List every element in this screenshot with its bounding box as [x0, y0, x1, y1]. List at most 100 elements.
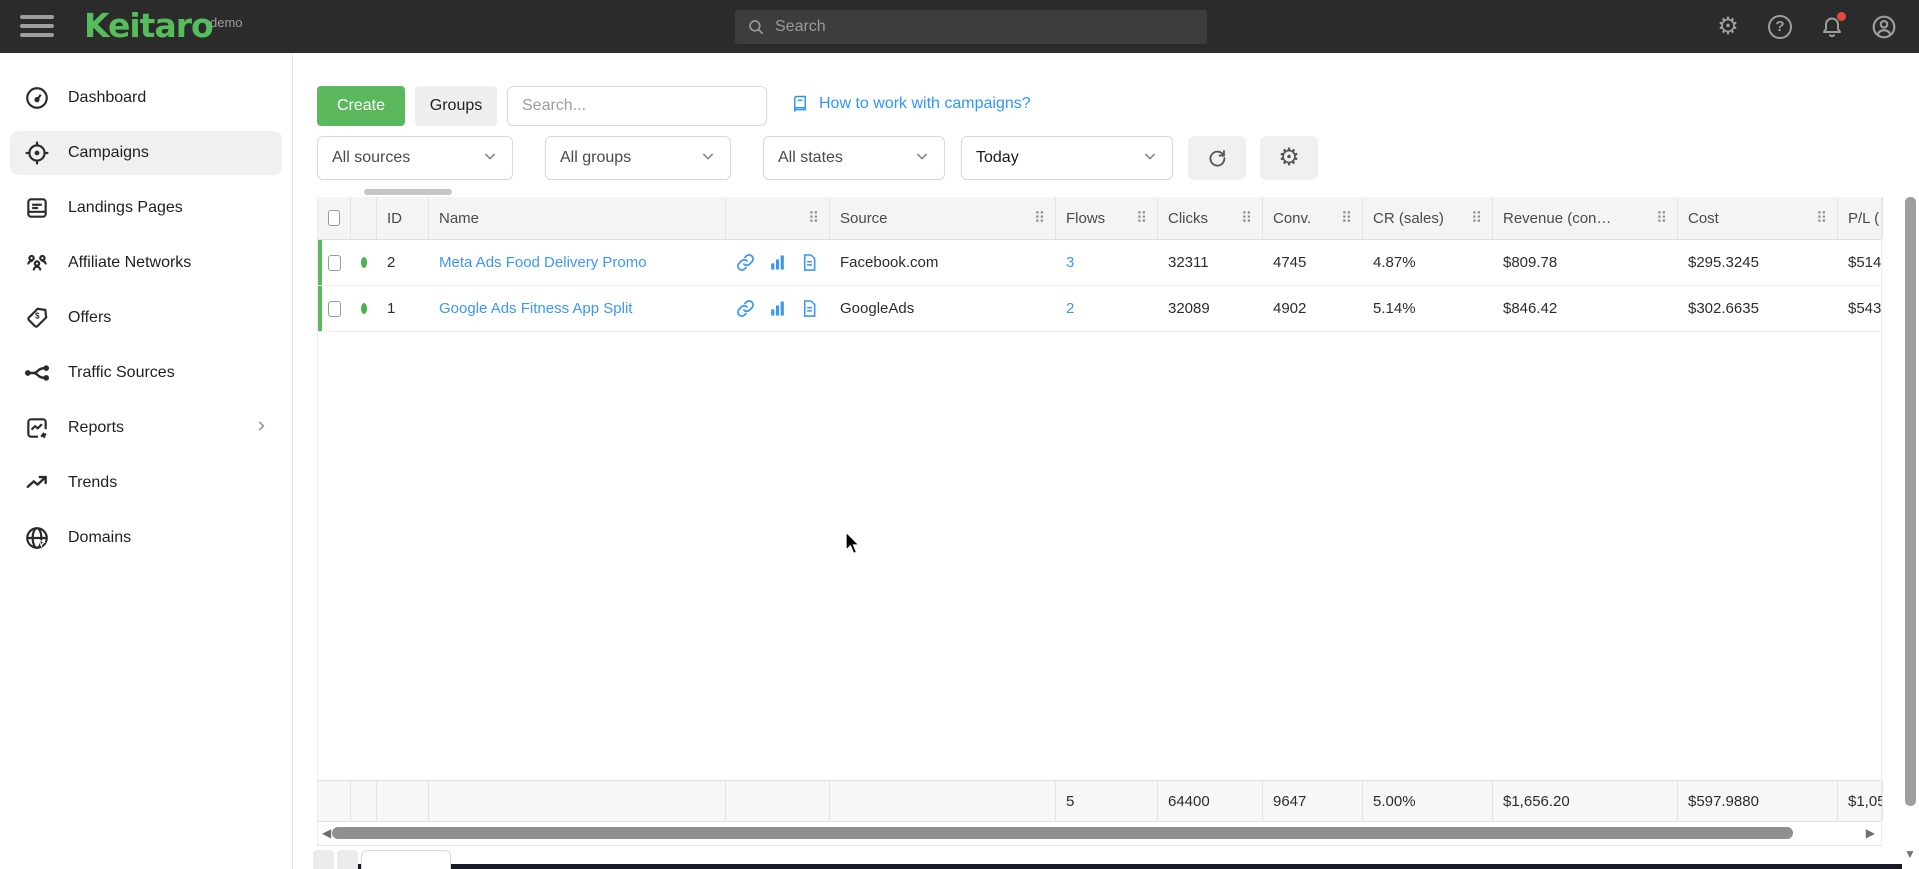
global-search-input[interactable]: [775, 18, 1195, 36]
sidebar-item-label: Dashboard: [68, 89, 146, 107]
notifications-bell-icon[interactable]: [1819, 14, 1845, 40]
row-clicks: 32311: [1158, 240, 1263, 285]
sidebar-item-reports[interactable]: Reports: [10, 406, 282, 450]
row-cr: 4.87%: [1363, 240, 1493, 285]
campaign-notes-icon[interactable]: [800, 253, 819, 272]
sidebar-item-domains[interactable]: Domains: [10, 516, 282, 560]
help-campaigns-link[interactable]: How to work with campaigns?: [819, 95, 1031, 113]
row-pl: $514: [1838, 240, 1883, 285]
column-drag-handle-icon[interactable]: ⠿: [1656, 209, 1667, 227]
column-drag-handle-icon[interactable]: ⠿: [1241, 209, 1252, 227]
campaign-name-link[interactable]: Meta Ads Food Delivery Promo: [439, 254, 647, 271]
row-checkbox[interactable]: [328, 255, 341, 271]
sidebar-item-label: Trends: [68, 474, 117, 492]
column-drag-handle-icon[interactable]: ⠿: [1034, 209, 1045, 227]
sources-filter-dropdown[interactable]: All sources: [317, 136, 513, 180]
scroll-down-arrow-icon[interactable]: ▼: [1904, 847, 1916, 861]
page-vertical-scrollbar[interactable]: ▼: [1902, 53, 1919, 869]
reports-icon: [24, 415, 50, 441]
column-header-pl[interactable]: P/L (: [1838, 197, 1883, 239]
main-content: Create Groups How to work with campaigns…: [293, 53, 1919, 869]
help-icon[interactable]: ?: [1767, 14, 1793, 40]
sidebar-item-label: Campaigns: [68, 144, 149, 162]
row-flows-link[interactable]: 3: [1066, 254, 1074, 271]
total-revenue: $1,656.20: [1493, 781, 1678, 821]
campaign-link-icon[interactable]: [736, 253, 755, 272]
topbar: Keitaro demo ⚙ ?: [0, 0, 1919, 53]
pagination-button[interactable]: [337, 850, 358, 869]
column-header-cost[interactable]: Cost⠿: [1678, 197, 1838, 239]
campaign-stats-icon[interactable]: [768, 253, 787, 272]
svg-text:$: $: [35, 312, 40, 321]
column-header-revenue[interactable]: Revenue (con…⠿: [1493, 197, 1678, 239]
campaign-link-icon[interactable]: [736, 299, 755, 318]
column-header-cr-sales[interactable]: CR (sales)⠿: [1363, 197, 1493, 239]
select-all-checkbox[interactable]: [328, 210, 340, 226]
column-header-conv[interactable]: Conv.⠿: [1263, 197, 1363, 239]
row-flows-link[interactable]: 2: [1066, 300, 1074, 317]
groups-button[interactable]: Groups: [415, 86, 497, 126]
global-search[interactable]: [735, 10, 1207, 44]
row-checkbox[interactable]: [328, 301, 341, 317]
table-row[interactable]: 2 Meta Ads Food Delivery Promo ••• Faceb…: [318, 240, 1881, 286]
row-id: 2: [377, 240, 429, 285]
column-header-clicks[interactable]: Clicks⠿: [1158, 197, 1263, 239]
sidebar-item-landings-pages[interactable]: Landings Pages: [10, 186, 282, 230]
table-row[interactable]: 1 Google Ads Fitness App Split ••• Googl…: [318, 286, 1881, 332]
sidebar-item-label: Landings Pages: [68, 199, 183, 217]
column-drag-handle-icon[interactable]: ⠿: [1341, 209, 1352, 227]
campaign-name-link[interactable]: Google Ads Fitness App Split: [439, 300, 632, 317]
affiliate-networks-icon: [24, 250, 50, 276]
scroll-left-arrow-icon[interactable]: ◀: [322, 826, 331, 840]
traffic-sources-icon: [24, 360, 50, 386]
row-cost: $295.3245: [1678, 240, 1838, 285]
column-drag-handle-icon[interactable]: ⠿: [1471, 209, 1482, 227]
campaign-notes-icon[interactable]: [800, 299, 819, 318]
status-active-dot: [361, 303, 367, 314]
sidebar-item-label: Reports: [68, 419, 124, 437]
table-top-scrollbar-thumb[interactable]: [364, 189, 452, 195]
account-icon[interactable]: [1871, 14, 1897, 40]
sidebar-item-dashboard[interactable]: Dashboard: [10, 76, 282, 120]
horizontal-scrollbar-thumb[interactable]: [332, 827, 1793, 839]
chevron-right-icon: [254, 419, 268, 438]
row-active-indicator: [318, 286, 322, 331]
date-range-dropdown[interactable]: Today: [961, 136, 1173, 180]
column-header-flows[interactable]: Flows⠿: [1056, 197, 1158, 239]
campaigns-search-input[interactable]: [507, 86, 767, 126]
column-header-source[interactable]: Source⠿: [830, 197, 1056, 239]
table-settings-button[interactable]: ⚙: [1260, 136, 1318, 180]
column-header-id[interactable]: ID: [377, 197, 429, 239]
pagination-button[interactable]: [313, 850, 334, 869]
campaign-stats-icon[interactable]: [768, 299, 787, 318]
column-header-name[interactable]: Name: [429, 197, 726, 239]
column-drag-handle-icon[interactable]: ⠿: [1816, 209, 1827, 227]
vertical-scrollbar-thumb[interactable]: [1905, 197, 1916, 806]
scroll-right-arrow-icon[interactable]: ▶: [1866, 826, 1875, 840]
sidebar-item-traffic-sources[interactable]: Traffic Sources: [10, 351, 282, 395]
table-horizontal-scrollbar[interactable]: ◀ ▶: [318, 822, 1881, 844]
dashboard-icon: [24, 85, 50, 111]
sidebar-item-affiliate-networks[interactable]: Affiliate Networks: [10, 241, 282, 285]
column-drag-handle-icon[interactable]: ⠿: [1136, 209, 1147, 227]
row-pl: $543: [1838, 286, 1883, 331]
total-pl: $1,05: [1838, 781, 1883, 821]
states-filter-dropdown[interactable]: All states: [763, 136, 945, 180]
menu-icon[interactable]: [20, 15, 54, 38]
search-icon: [747, 18, 765, 36]
date-range-value: Today: [976, 149, 1019, 167]
column-drag-handle-icon[interactable]: ⠿: [808, 209, 819, 227]
sidebar: Dashboard Campaigns Landings Pages Affil…: [0, 53, 293, 869]
create-button[interactable]: Create: [317, 86, 405, 126]
settings-gear-icon[interactable]: ⚙: [1715, 14, 1741, 40]
row-clicks: 32089: [1158, 286, 1263, 331]
sidebar-item-offers[interactable]: $ Offers: [10, 296, 282, 340]
groups-filter-dropdown[interactable]: All groups: [545, 136, 731, 180]
sidebar-item-campaigns[interactable]: Campaigns: [10, 131, 282, 175]
book-icon: [791, 95, 809, 113]
page-size-select[interactable]: [361, 850, 451, 869]
sidebar-item-label: Traffic Sources: [68, 364, 175, 382]
sidebar-item-trends[interactable]: Trends: [10, 461, 282, 505]
refresh-button[interactable]: [1188, 136, 1246, 180]
total-conv: 9647: [1263, 781, 1363, 821]
